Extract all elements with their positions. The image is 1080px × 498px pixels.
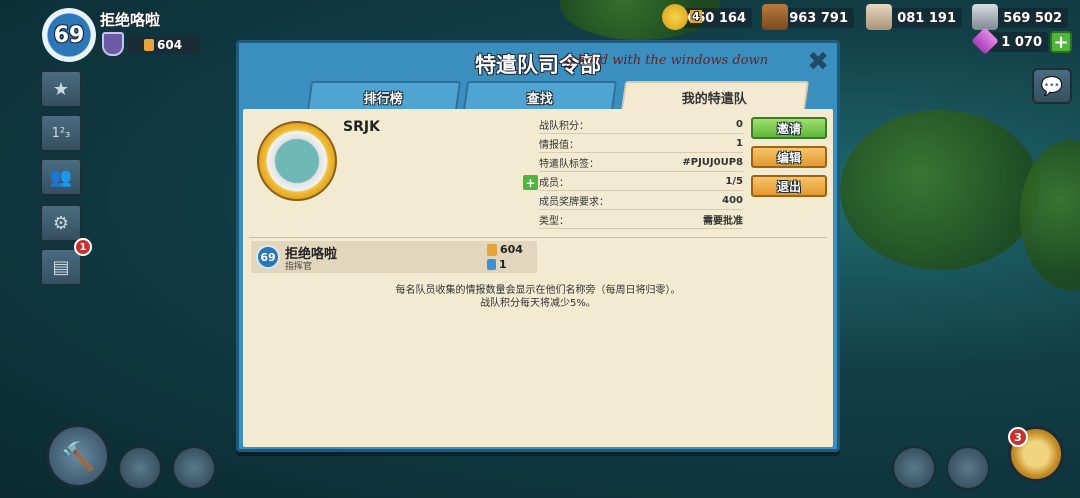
buy-diamonds-button[interactable]: +	[1050, 31, 1072, 53]
gold-badge: 4	[690, 10, 702, 23]
ranking-icon: 1²₃	[51, 125, 71, 141]
iron-icon	[972, 4, 998, 30]
diamond-icon	[971, 27, 999, 55]
task-force-name: SRJK	[343, 119, 380, 135]
player-level-badge[interactable]: 69	[42, 8, 96, 62]
info-value: 400	[722, 194, 743, 206]
medal-icon	[144, 39, 154, 51]
compass-notification-badge: 3	[1008, 427, 1028, 447]
wood-amount: 963 791	[789, 10, 848, 26]
tab-my-task-force[interactable]: 我的特遣队	[620, 81, 810, 111]
info-label: 类型：	[539, 215, 569, 227]
news-notification-badge: 1	[74, 238, 92, 256]
info-label: 情报值：	[539, 139, 579, 151]
hammer-icon: 🔨	[60, 439, 96, 473]
info-row-tag: 特遣队标签： #PJUJ0UP8	[539, 153, 743, 172]
info-value: 1	[736, 137, 743, 149]
wood-resource[interactable]: 963 791	[762, 4, 854, 30]
info-value: #PJUJ0UP8	[682, 156, 743, 168]
wood-icon	[762, 4, 788, 30]
gold-icon	[662, 4, 688, 30]
close-icon[interactable]: ✖	[807, 47, 829, 77]
achievements-button[interactable]: ★	[40, 70, 82, 108]
invite-button[interactable]: 邀请	[751, 117, 827, 139]
stone-amount: 1 081 191	[883, 10, 956, 26]
chat-button[interactable]: 💬	[1032, 68, 1072, 104]
member-intel: 1	[487, 258, 507, 271]
news-button[interactable]: ▤	[40, 248, 82, 286]
task-force-hq-panel: 特遣队司令部 ✖ 排行榜 查找 我的特遣队 SRJK 战队积分： 0 情报值： 1 …	[236, 40, 840, 452]
iron-resource[interactable]: 569 502	[972, 4, 1068, 30]
intel-icon	[487, 259, 496, 270]
group-icon: 👥	[49, 166, 73, 188]
info-row-medal-requirement: 成员奖牌要求： 400	[539, 191, 743, 210]
stone-resource[interactable]: 1 081 191	[866, 4, 962, 30]
iron-amount: 569 502	[1003, 10, 1062, 26]
diamond-amount: 1 070	[1001, 34, 1042, 50]
info-value: 0	[736, 118, 743, 130]
medal-icon	[487, 243, 497, 256]
diamond-resource[interactable]: 1 070	[971, 27, 1048, 55]
newspaper-icon: ▤	[52, 256, 70, 278]
add-member-button[interactable]: +	[523, 175, 538, 190]
member-medal-count: 604	[500, 243, 523, 256]
member-medals: 604	[487, 243, 523, 256]
task-force-emblem-icon	[257, 121, 337, 201]
member-intel-count: 1	[499, 258, 507, 271]
info-row-members: 成员： 1/5	[539, 172, 743, 191]
tab-leaderboard[interactable]: 排行榜	[306, 81, 462, 111]
leaderboard-button[interactable]: 1²₃	[40, 114, 82, 152]
my-task-force-content: SRJK 战队积分： 0 情报值： 1 特遣队标签： #PJUJ0UP8 + 成员： 1…	[243, 109, 833, 447]
member-level: 69	[256, 245, 280, 269]
stone-icon	[866, 4, 892, 30]
star-icon: ★	[52, 78, 70, 100]
member-role: 指挥官	[285, 262, 313, 272]
info-label: 特遣队标签：	[539, 158, 599, 170]
chat-icon: 💬	[1040, 75, 1064, 97]
player-level: 69	[53, 22, 85, 48]
info-row-score: 战队积分： 0	[539, 115, 743, 134]
plus-icon: +	[1053, 31, 1069, 53]
build-button[interactable]: 🔨	[46, 424, 110, 488]
info-value: 1/5	[725, 175, 743, 187]
info-label: 战队积分：	[539, 120, 589, 132]
info-row-intel: 情报值： 1	[539, 134, 743, 153]
map-item-button[interactable]	[118, 446, 162, 490]
info-row-type: 类型： 需要批准	[539, 210, 743, 229]
inventory-button[interactable]	[172, 446, 216, 490]
info-label: 成员：	[539, 177, 569, 189]
overlay-caption: g hard with the windows down	[565, 53, 769, 68]
map-button[interactable]	[946, 446, 990, 490]
task-force-button[interactable]: 👥	[40, 158, 82, 196]
info-label: 成员奖牌要求：	[539, 196, 609, 208]
gear-icon: ⚙	[52, 212, 70, 234]
gold-resource[interactable]: 4 660 164	[662, 4, 752, 30]
boat-button[interactable]	[892, 446, 936, 490]
tab-my-task-force-label: 我的特遣队	[682, 91, 748, 107]
edit-button[interactable]: 编辑	[751, 146, 827, 168]
leave-button[interactable]: 退出	[751, 175, 827, 197]
divider	[249, 237, 827, 238]
tab-search-label: 查找	[526, 91, 553, 107]
player-medal-count: 604	[157, 38, 183, 52]
player-name: 拒绝咯啦	[100, 11, 161, 29]
island-right	[840, 110, 1040, 270]
player-medals: 604	[128, 36, 200, 54]
score-decay-note: 战队积分每天将减少5%。	[480, 298, 596, 309]
info-value: 需要批准	[703, 215, 743, 227]
member-row[interactable]: 69 拒绝咯啦 指挥官 604 1	[251, 241, 537, 273]
tab-leaderboard-label: 排行榜	[364, 91, 404, 107]
rank-shield-icon[interactable]	[102, 32, 124, 56]
tab-search[interactable]: 查找	[462, 81, 618, 111]
settings-button[interactable]: ⚙	[40, 204, 82, 242]
